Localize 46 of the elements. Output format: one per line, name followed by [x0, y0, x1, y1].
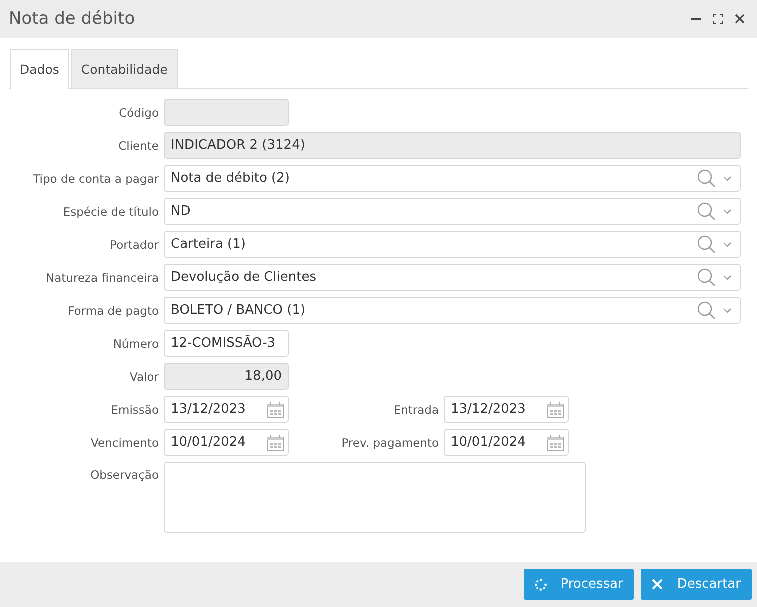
lookup-field[interactable]: Nota de débito (2) — [164, 165, 741, 192]
date-field[interactable]: 10/01/2024 — [444, 429, 569, 456]
lookup-field[interactable]: BOLETO / BANCO (1) — [164, 297, 741, 324]
field-label: Observação — [90, 467, 159, 482]
lookup-field[interactable]: ND — [164, 198, 741, 225]
search-icon[interactable] — [697, 268, 717, 288]
field-label: Portador — [109, 238, 159, 252]
field-label: Prev. pagamento — [340, 436, 439, 450]
window-title: Nota de débito — [9, 9, 136, 29]
field-label: Emissão — [110, 402, 159, 416]
maximize-icon[interactable] — [713, 14, 723, 24]
chevron-down-icon[interactable] — [723, 242, 732, 248]
lookup-field[interactable]: Devolução de Clientes — [164, 264, 741, 291]
field-label: Tipo de conta a pagar — [32, 172, 159, 186]
chevron-down-icon[interactable] — [723, 308, 732, 314]
close-icon[interactable] — [735, 14, 745, 24]
field-label: Vencimento — [90, 436, 159, 450]
calendar-icon[interactable] — [547, 402, 564, 418]
date-field[interactable]: 10/01/2024 — [164, 429, 289, 456]
search-icon[interactable] — [697, 168, 717, 188]
field-label: Número — [112, 336, 159, 350]
field-label: Código — [118, 106, 159, 120]
date-field[interactable]: 13/12/2023 — [444, 396, 569, 423]
chevron-down-icon[interactable] — [723, 208, 732, 214]
field-label: Natureza financeira — [45, 270, 159, 284]
input-field[interactable]: 12-COMISSÃO-3 — [164, 330, 289, 357]
field-label: Espécie de título — [62, 204, 159, 218]
field-label: Valor — [129, 370, 159, 384]
chevron-down-icon[interactable] — [723, 176, 732, 182]
field-label: Cliente — [118, 138, 159, 152]
calendar-icon[interactable] — [267, 402, 284, 418]
field-label: Forma de pagto — [67, 304, 159, 318]
tab[interactable]: Contabilidade — [71, 49, 178, 88]
lookup-field[interactable]: Carteira (1) — [164, 231, 741, 258]
text-area[interactable] — [164, 462, 586, 533]
field-label: Entrada — [392, 402, 439, 416]
search-icon[interactable] — [697, 234, 717, 254]
calendar-icon[interactable] — [547, 434, 564, 450]
close-icon — [652, 579, 664, 590]
tab[interactable]: Dados — [10, 49, 70, 89]
calendar-icon[interactable] — [267, 434, 284, 450]
search-icon[interactable] — [697, 202, 717, 222]
chevron-down-icon[interactable] — [723, 274, 732, 280]
date-field[interactable]: 13/12/2023 — [164, 396, 289, 423]
search-icon[interactable] — [697, 300, 717, 320]
spinner-icon — [534, 578, 547, 590]
